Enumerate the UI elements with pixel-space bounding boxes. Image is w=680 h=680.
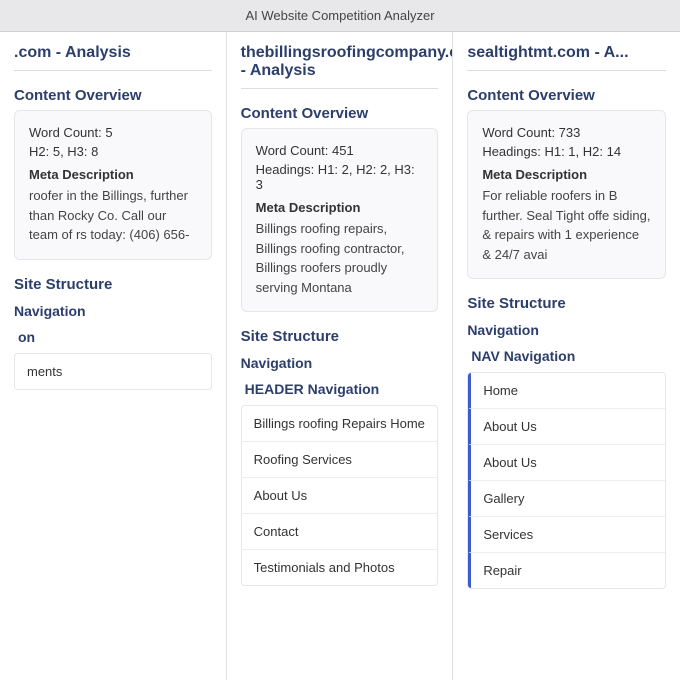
col1-nav-type: on bbox=[18, 329, 212, 345]
col3-nav-item-0: Home bbox=[468, 373, 665, 409]
column-1-title: .com - Analysis bbox=[14, 44, 212, 71]
col3-content-box: Word Count: 733 Headings: H1: 1, H2: 14 … bbox=[467, 110, 666, 279]
col2-content-overview-title: Content Overview bbox=[241, 105, 439, 122]
col3-nav-item-4: Services bbox=[468, 517, 665, 553]
col2-nav-label: Navigation bbox=[241, 355, 439, 371]
col2-nav-type: HEADER Navigation bbox=[245, 381, 439, 397]
col2-nav-list: Billings roofing Repairs Home Roofing Se… bbox=[241, 405, 439, 586]
col1-stat-1: Word Count: 5 bbox=[29, 125, 197, 140]
col3-stat-2: Headings: H1: 1, H2: 14 bbox=[482, 144, 651, 159]
col1-content-overview-title: Content Overview bbox=[14, 87, 212, 104]
column-1: .com - Analysis Content Overview Word Co… bbox=[0, 28, 227, 680]
col3-nav-item-5: Repair bbox=[468, 553, 665, 588]
col3-nav-type: NAV Navigation bbox=[471, 348, 666, 364]
col2-site-structure-title: Site Structure bbox=[241, 328, 439, 345]
col3-meta-text: For reliable roofers in B further. Seal … bbox=[482, 186, 651, 264]
col1-meta-label: Meta Description bbox=[29, 167, 197, 182]
col2-nav-item-4: Testimonials and Photos bbox=[242, 550, 438, 585]
col3-meta-label: Meta Description bbox=[482, 167, 651, 182]
column-2-title: thebillingsroofingcompany.com - Analysis bbox=[241, 44, 439, 89]
col1-nav-list: ments bbox=[14, 353, 212, 390]
col3-nav-list: Home About Us About Us Gallery Services … bbox=[467, 372, 666, 589]
column-3: sealtightmt.com - A... Content Overview … bbox=[453, 28, 680, 680]
col3-content-overview-title: Content Overview bbox=[467, 87, 666, 104]
col1-nav-item-0: ments bbox=[15, 354, 211, 389]
col3-nav-item-1: About Us bbox=[468, 409, 665, 445]
col3-nav-label: Navigation bbox=[467, 322, 666, 338]
col2-nav-item-1: Roofing Services bbox=[242, 442, 438, 478]
col3-nav-item-3: Gallery bbox=[468, 481, 665, 517]
col2-nav-item-3: Contact bbox=[242, 514, 438, 550]
col2-content-box: Word Count: 451 Headings: H1: 2, H2: 2, … bbox=[241, 128, 439, 312]
col2-meta-text: Billings roofing repairs, Billings roofi… bbox=[256, 219, 424, 297]
col1-site-structure-title: Site Structure bbox=[14, 276, 212, 293]
col1-nav-label: Navigation bbox=[14, 303, 212, 319]
col1-stat-2: H2: 5, H3: 8 bbox=[29, 144, 197, 159]
columns-wrapper: .com - Analysis Content Overview Word Co… bbox=[0, 28, 680, 680]
column-2: thebillingsroofingcompany.com - Analysis… bbox=[227, 28, 454, 680]
col1-content-box: Word Count: 5 H2: 5, H3: 8 Meta Descript… bbox=[14, 110, 212, 260]
col2-nav-item-0: Billings roofing Repairs Home bbox=[242, 406, 438, 442]
col3-stat-1: Word Count: 733 bbox=[482, 125, 651, 140]
col2-meta-label: Meta Description bbox=[256, 200, 424, 215]
col3-site-structure-title: Site Structure bbox=[467, 295, 666, 312]
col2-stat-2: Headings: H1: 2, H2: 2, H3: 3 bbox=[256, 162, 424, 192]
top-bar-title: AI Website Competition Analyzer bbox=[245, 8, 434, 23]
col1-meta-text: roofer in the Billings, further than Roc… bbox=[29, 186, 197, 245]
col2-nav-item-2: About Us bbox=[242, 478, 438, 514]
top-bar: AI Website Competition Analyzer bbox=[0, 0, 680, 32]
col2-stat-1: Word Count: 451 bbox=[256, 143, 424, 158]
column-3-title: sealtightmt.com - A... bbox=[467, 44, 666, 71]
col3-nav-item-2: About Us bbox=[468, 445, 665, 481]
